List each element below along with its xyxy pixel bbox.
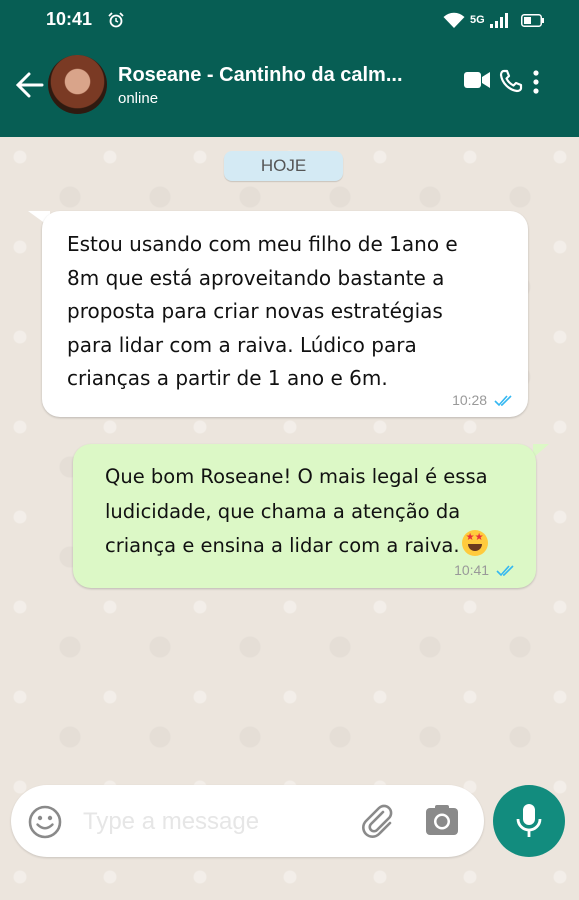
more-menu-icon[interactable] [531,69,541,95]
battery-icon [521,14,544,27]
message-meta: 10:41 [454,562,516,578]
mic-icon [516,804,542,837]
message-text: Estou usando com meu filho de 1ano e 8m … [67,232,458,390]
message-composer [11,785,484,857]
contact-name[interactable]: Roseane - Cantinho da calm... [118,64,403,87]
message-text: Que bom Roseane! O mais legal é essa lud… [105,460,535,564]
status-time: 10:41 [46,9,93,29]
contact-status: online [118,90,159,107]
incoming-message[interactable]: Estou usando com meu filho de 1ano e 8m … [42,211,528,417]
alarm-icon [108,12,124,28]
network-label: 5G [470,14,485,26]
signal-icon [490,13,508,28]
phone-call-icon[interactable] [499,69,523,93]
chat-header: Roseane - Cantinho da calm... online [0,42,579,137]
mic-button[interactable] [493,785,565,857]
message-text-body: Que bom Roseane! O mais legal é essa lud… [105,465,488,557]
outgoing-bubble-tail [533,444,549,458]
star-struck-emoji [461,530,488,556]
message-meta: 10:28 [452,392,514,408]
status-bar: 10:41 5G [0,0,579,42]
wifi-icon [443,12,465,28]
video-call-icon[interactable] [464,72,490,88]
double-check-icon [496,565,514,577]
date-chip: HOJE [224,151,343,181]
message-time: 10:41 [454,562,490,578]
attach-icon[interactable] [359,803,395,839]
message-input[interactable] [81,801,355,843]
back-arrow-icon[interactable] [16,72,44,98]
double-check-icon [494,395,512,407]
avatar[interactable] [48,55,107,114]
message-time: 10:28 [452,392,488,408]
camera-icon[interactable] [425,804,459,836]
chat-area[interactable]: HOJE Estou usando com meu filho de 1ano … [0,137,579,900]
outgoing-message[interactable]: Que bom Roseane! O mais legal é essa lud… [73,444,536,588]
emoji-icon[interactable] [28,805,62,839]
